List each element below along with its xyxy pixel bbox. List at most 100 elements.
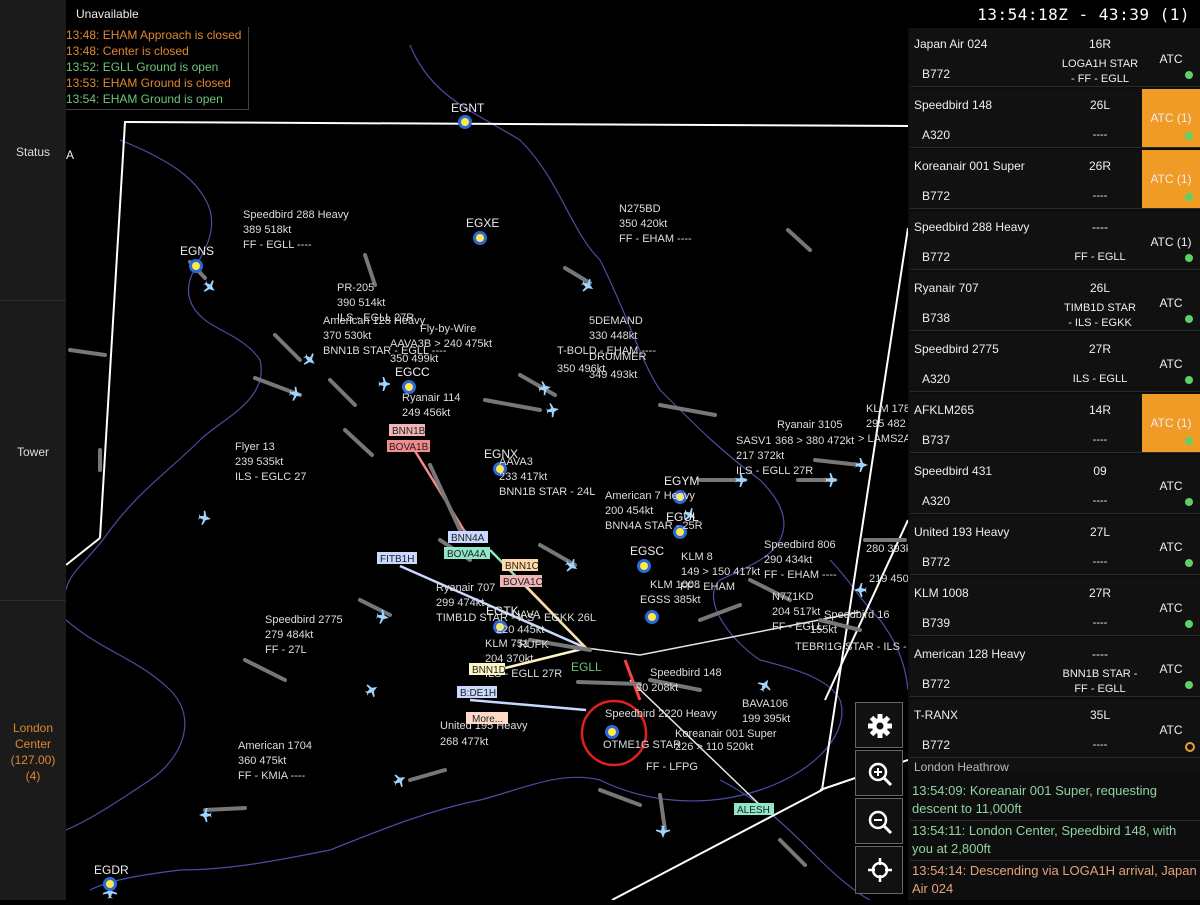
strip-aircraft-type: B739 [922, 616, 951, 630]
flight-strip[interactable]: T-RANX B772 35L ---- ATC [910, 699, 1200, 758]
aircraft-label: Speedbird 806 290 434kt FF - EHAM ---- [764, 539, 837, 581]
connection-status: Unavailable [76, 7, 139, 21]
strip-atc-button[interactable]: ATC [1142, 333, 1200, 391]
airport-label: EGLL [571, 660, 602, 674]
strip-atc-button[interactable]: ATC (1) [1142, 89, 1200, 147]
flight-strip[interactable]: Speedbird 431 A320 09 ---- ATC [910, 455, 1200, 514]
flight-strip[interactable]: Ryanair 707 B738 26L TIMB1D STAR - ILS - EGK… [910, 272, 1200, 331]
strip-callsign: Ryanair 707 [914, 281, 979, 295]
strip-route[interactable]: TIMB1D STAR - ILS - EGKK [1060, 301, 1140, 331]
strip-route-line: ---- [1092, 556, 1108, 568]
flight-strip[interactable]: KLM 1008 B739 27R ---- ATC [910, 577, 1200, 636]
strip-route[interactable]: ---- [1060, 189, 1140, 204]
zoom-in-icon [868, 762, 893, 787]
strip-route[interactable]: FF - EGLL [1060, 250, 1140, 265]
flight-strip[interactable]: Speedbird 148 A320 26L ---- ATC (1) [910, 89, 1200, 148]
strip-atc-button[interactable]: ATC [1142, 699, 1200, 757]
flight-strip[interactable]: Speedbird 288 Heavy B772 ---- FF - EGLL ATC … [910, 211, 1200, 270]
aircraft-label: AAVA3 233 417kt BNN1B STAR - 24L [499, 456, 595, 498]
strip-route[interactable]: ILS - EGLL [1060, 372, 1140, 387]
strip-route-line: FF - EGLL [1074, 683, 1126, 695]
fix-tag: BOVA1C [503, 577, 543, 588]
map-edge-label: A [66, 148, 74, 162]
sidebar-item-status[interactable]: Status [0, 145, 66, 159]
strip-atc-button[interactable]: ATC [1142, 272, 1200, 330]
strip-atc-button[interactable]: ATC (1) [1142, 211, 1200, 269]
strip-callsign: American 128 Heavy [914, 647, 1026, 661]
aircraft-label: Ryanair 114 249 456kt [402, 392, 461, 419]
strip-runway[interactable]: 26L [1060, 281, 1140, 295]
strip-aircraft-type: B772 [922, 555, 951, 569]
aircraft-label: American 128 Heavy 370 530kt BNN1B STAR - … [323, 315, 447, 357]
flight-strip[interactable]: Japan Air 024 B772 16R LOGA1H STAR - FF - EG… [910, 28, 1200, 87]
strip-atc-button[interactable]: ATC [1142, 638, 1200, 696]
strip-runway[interactable]: 26L [1060, 98, 1140, 112]
strip-atc-label: ATC [1159, 601, 1183, 615]
strip-atc-button[interactable]: ATC [1142, 577, 1200, 635]
strip-callsign: Speedbird 431 [914, 464, 993, 478]
sidebar-item-london-center[interactable]: London Center (127.00) (4) [0, 720, 66, 784]
radar-map-canvas[interactable]: EGNT EGXE EGNS EGCC EGNX EGYM EGUL EGSC … [65, 28, 917, 901]
strip-runway[interactable]: 27L [1060, 525, 1140, 539]
strip-runway[interactable]: 27R [1060, 586, 1140, 600]
strip-runway[interactable]: 27R [1060, 342, 1140, 356]
flight-strip[interactable]: United 193 Heavy B772 27L ---- ATC [910, 516, 1200, 575]
strip-aircraft-type: B772 [922, 250, 951, 264]
zoom-out-button[interactable] [855, 798, 903, 844]
strip-atc-label: ATC (1) [1150, 111, 1192, 125]
strip-atc-button[interactable]: ATC [1142, 28, 1200, 86]
radio-message: 13:54:11: London Center, Speedbird 148, … [910, 818, 1200, 861]
strip-atc-label: ATC [1159, 662, 1183, 676]
strip-aircraft-type: A320 [922, 494, 951, 508]
strip-runway[interactable]: 14R [1060, 403, 1140, 417]
strip-runway[interactable]: 09 [1060, 464, 1140, 478]
strip-route[interactable]: LOGA1H STAR - FF - EGLL [1060, 57, 1140, 87]
strip-aircraft-type: A320 [922, 128, 951, 142]
strip-atc-button[interactable]: ATC [1142, 455, 1200, 513]
fix-tag: BNN4A [451, 533, 485, 544]
recenter-button[interactable] [855, 846, 903, 894]
crosshair-icon [868, 858, 892, 882]
airport-markers [103, 115, 687, 891]
strip-runway[interactable]: 16R [1060, 37, 1140, 51]
strip-atc-label: ATC (1) [1150, 416, 1192, 430]
aircraft-label: Speedbird 288 Heavy 389 518kt FF - EGLL --… [243, 209, 349, 251]
strip-route[interactable]: ---- [1060, 433, 1140, 448]
event-log-entry: 13:52: EGLL Ground is open [66, 60, 219, 74]
strip-route[interactable]: BNN1B STAR - FF - EGLL [1060, 667, 1140, 697]
strip-atc-button[interactable]: ATC [1142, 516, 1200, 574]
radar-map[interactable]: EGNT EGXE EGNS EGCC EGNX EGYM EGUL EGSC … [65, 28, 917, 901]
sidebar-item-tower[interactable]: Tower [0, 445, 66, 459]
status-dot-icon [1185, 71, 1193, 79]
strip-aircraft-type: B772 [922, 738, 951, 752]
strip-route[interactable]: ---- [1060, 494, 1140, 509]
status-dot-icon [1185, 315, 1193, 323]
strip-route-line: - ILS - EGKK [1068, 317, 1132, 329]
radio-message: 13:54:14: Descending via LOGA1H arrival,… [912, 863, 1197, 896]
status-dot-icon [1185, 620, 1193, 628]
strip-atc-button[interactable]: ATC (1) [1142, 394, 1200, 452]
strip-atc-label: ATC [1159, 479, 1183, 493]
flight-strip[interactable]: Koreanair 001 Super B772 26R ---- ATC (1) [910, 150, 1200, 209]
strip-atc-label: ATC (1) [1150, 235, 1192, 249]
strip-atc-label: ATC (1) [1150, 172, 1192, 186]
strip-route[interactable]: ---- [1060, 616, 1140, 631]
strip-runway[interactable]: ---- [1060, 647, 1140, 661]
strip-runway[interactable]: 35L [1060, 708, 1140, 722]
strip-route[interactable]: ---- [1060, 128, 1140, 143]
strip-runway[interactable]: ---- [1060, 220, 1140, 234]
strip-callsign: United 193 Heavy [914, 525, 1010, 539]
settings-button[interactable] [855, 702, 903, 748]
flight-strip[interactable]: Speedbird 2775 A320 27R ILS - EGLL ATC [910, 333, 1200, 392]
aircraft-label: N275BD 350 420kt FF - EHAM ---- [619, 203, 692, 245]
flight-strip[interactable]: American 128 Heavy B772 ---- BNN1B STAR - FF… [910, 638, 1200, 697]
strip-route-line: ---- [1092, 434, 1108, 446]
event-log-entry: 13:48: Center is closed [66, 44, 189, 58]
strip-route[interactable]: ---- [1060, 738, 1140, 753]
strip-runway[interactable]: 26R [1060, 159, 1140, 173]
zoom-in-button[interactable] [855, 750, 903, 796]
flight-strip[interactable]: AFKLM265 B737 14R ---- ATC (1) [910, 394, 1200, 453]
strip-atc-button[interactable]: ATC (1) [1142, 150, 1200, 208]
status-dot-icon [1185, 437, 1193, 445]
strip-route[interactable]: ---- [1060, 555, 1140, 570]
